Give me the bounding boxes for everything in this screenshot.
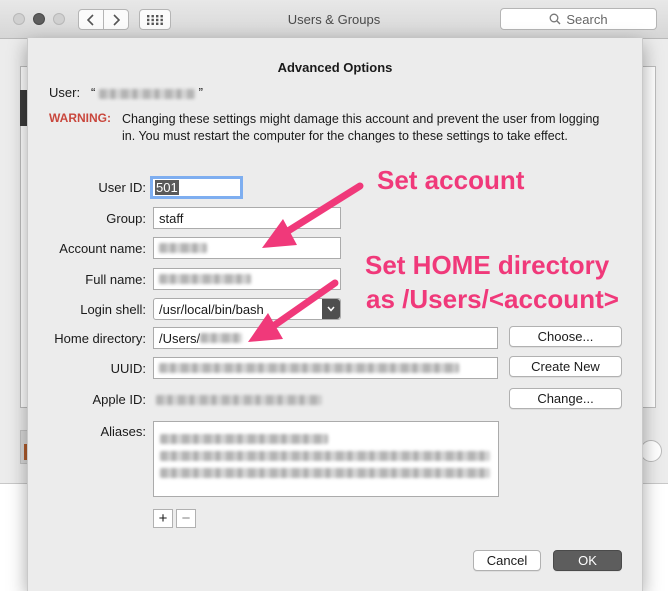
uuid-label: UUID: [110, 361, 146, 376]
group-field[interactable]: staff [153, 207, 341, 229]
redacted-home-account [200, 333, 243, 343]
home-directory-value: /Users/ [159, 330, 201, 346]
full-name-field[interactable] [153, 268, 341, 290]
titlebar: Users & Groups Search [0, 0, 668, 39]
choose-button[interactable]: Choose... [509, 326, 622, 347]
warning-text: Changing these settings might damage thi… [122, 112, 600, 143]
redacted-account-name [159, 243, 207, 253]
search-field[interactable]: Search [500, 8, 657, 30]
search-icon [549, 13, 561, 25]
aliases-list[interactable] [153, 421, 499, 497]
group-label: Group: [106, 211, 146, 226]
redacted-user-name [98, 88, 195, 99]
ok-button[interactable]: OK [553, 550, 622, 571]
list-item [160, 464, 490, 479]
aliases-label: Aliases: [100, 424, 146, 439]
group-value: staff [159, 210, 184, 226]
add-alias-button[interactable]: + [153, 509, 173, 528]
user-value: “ ” [91, 85, 203, 100]
user-open-quote: “ [91, 85, 96, 100]
home-directory-label: Home directory: [54, 331, 146, 346]
login-shell-label: Login shell: [80, 302, 146, 317]
login-shell-popup[interactable]: /usr/local/bin/bash [153, 298, 341, 320]
annotation-set-home-line1: Set HOME directory [365, 250, 610, 280]
warning-label: WARNING: [49, 111, 111, 125]
apple-id-label: Apple ID: [92, 392, 146, 407]
remove-alias-button[interactable]: − [176, 509, 196, 528]
full-name-label: Full name: [85, 272, 146, 287]
account-name-field[interactable] [153, 237, 341, 259]
sheet-title: Advanced Options [277, 60, 393, 75]
user-id-value: 501 [155, 180, 179, 195]
user-id-field[interactable]: 501 [150, 176, 243, 199]
uuid-field[interactable] [153, 357, 498, 379]
search-placeholder: Search [566, 11, 608, 27]
change-button[interactable]: Change... [509, 388, 622, 409]
annotation-set-account: Set account [377, 165, 525, 195]
create-new-button[interactable]: Create New [509, 356, 622, 377]
login-shell-value: /usr/local/bin/bash [159, 301, 264, 317]
cancel-button[interactable]: Cancel [473, 550, 541, 571]
help-button[interactable] [640, 440, 662, 462]
user-id-label: User ID: [98, 180, 146, 195]
chevron-down-icon [322, 299, 340, 319]
list-item [160, 447, 490, 462]
list-item [160, 430, 328, 445]
redacted-full-name [159, 274, 251, 284]
account-name-label: Account name: [59, 241, 146, 256]
redacted-uuid [159, 363, 459, 373]
home-directory-field[interactable]: /Users/ [153, 327, 498, 349]
redacted-apple-id [156, 394, 322, 405]
user-label: User: [49, 85, 81, 100]
apple-id-value [156, 391, 322, 406]
annotation-set-home-line2: as /Users/<account> [366, 284, 619, 314]
user-close-quote: ” [198, 85, 203, 100]
